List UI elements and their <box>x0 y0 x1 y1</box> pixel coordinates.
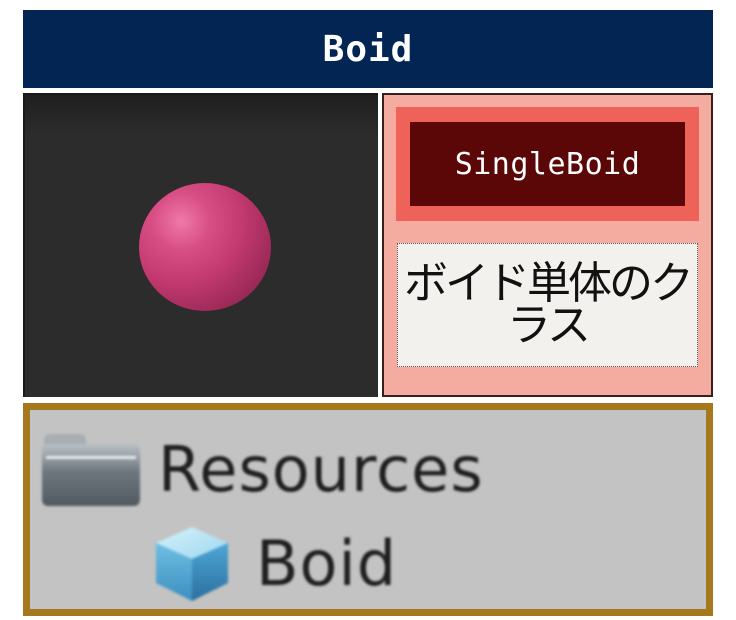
page-title: Boid <box>322 28 414 70</box>
class-description: ボイド単体のクラス <box>404 258 694 351</box>
asset-label: Boid <box>256 526 398 600</box>
class-name-frame: SingleBoid <box>396 107 699 221</box>
object-preview <box>23 93 378 397</box>
class-info-panel: SingleBoid ボイド単体のクラス <box>382 93 713 397</box>
class-name-box: SingleBoid <box>410 122 685 206</box>
project-hierarchy: Resources Boid <box>23 403 713 616</box>
preview-shading <box>25 95 378 135</box>
boid-diagram: Boid SingleBoid ボイド単体のクラス Resources Boid <box>0 0 736 620</box>
title-bar: Boid <box>23 10 713 88</box>
folder-label: Resources <box>158 432 484 506</box>
hierarchy-item-resources[interactable]: Resources <box>42 428 484 510</box>
boid-sphere <box>139 183 271 311</box>
folder-icon <box>42 432 140 506</box>
class-description-box: ボイド単体のクラス <box>397 243 698 367</box>
class-name: SingleBoid <box>454 146 641 182</box>
prefab-cube-icon <box>150 521 234 605</box>
hierarchy-item-boid[interactable]: Boid <box>150 526 398 601</box>
